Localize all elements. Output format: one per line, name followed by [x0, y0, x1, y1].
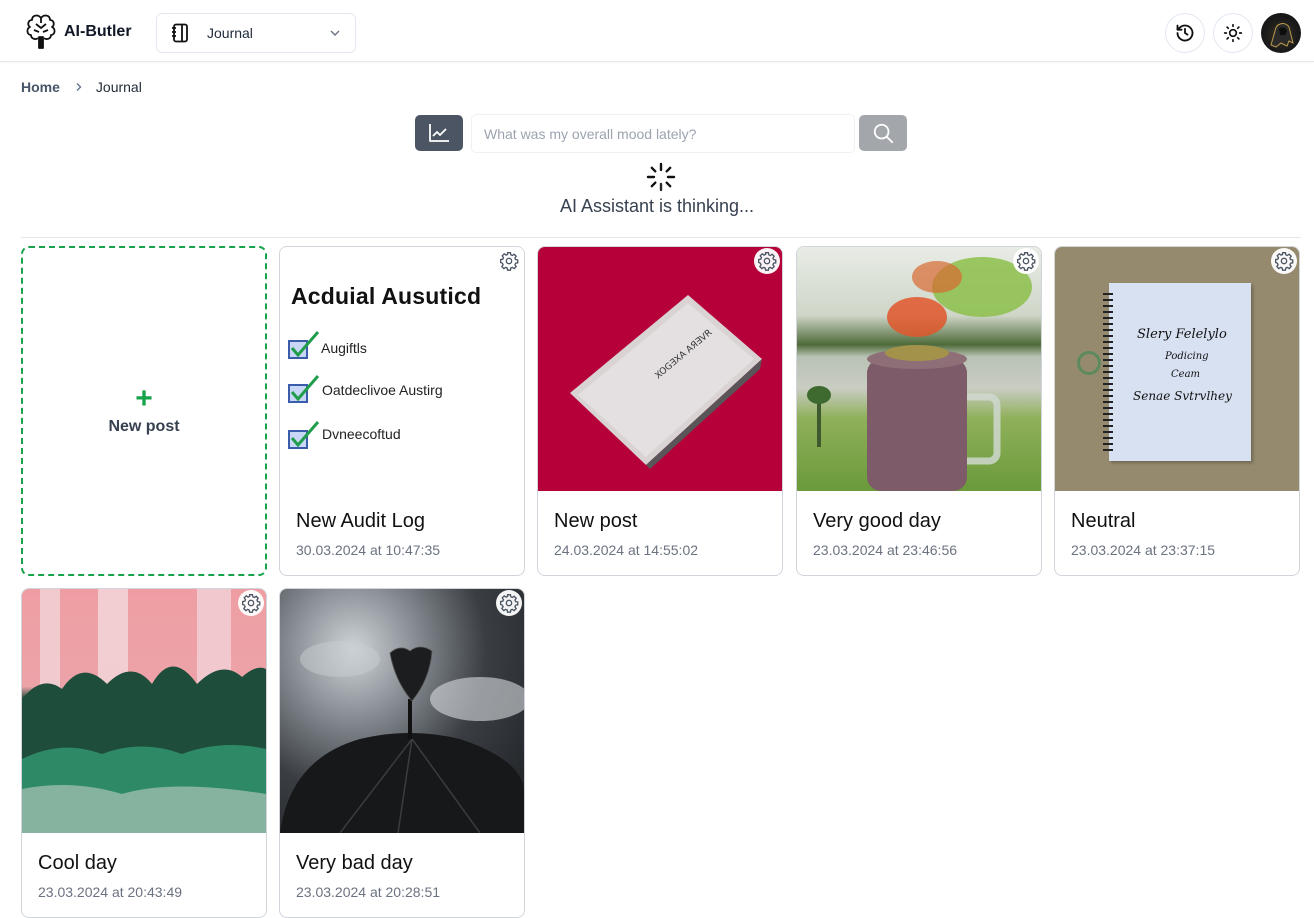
gear-icon: [241, 593, 261, 613]
search-icon: [872, 122, 894, 144]
post-thumbnail-smoothie: [797, 247, 1041, 491]
post-date: 24.03.2024 at 14:55:02: [554, 542, 699, 558]
ai-thinking-status: AI Assistant is thinking...: [559, 196, 755, 216]
post-thumbnail-umbrella: [280, 589, 524, 833]
audit-check-row: Augiftls: [288, 331, 367, 361]
notebook-page: Slery Felelylo Podicing Ceam Senae Svtrv…: [1103, 283, 1251, 461]
post-title: Neutral: [1071, 510, 1136, 532]
post-card[interactable]: Cool day 23.03.2024 at 20:43:49: [21, 588, 267, 918]
audit-item: Augiftls: [321, 340, 367, 356]
audit-item: Dvneecoftud: [322, 426, 401, 442]
breadcrumb-current: Journal: [95, 79, 142, 95]
gear-icon: [757, 251, 777, 271]
post-title: Cool day: [38, 852, 117, 874]
post-settings-button[interactable]: [238, 590, 264, 616]
post-date: 23.03.2024 at 20:43:49: [38, 884, 183, 900]
post-date: 30.03.2024 at 10:47:35: [296, 542, 441, 558]
post-settings-button[interactable]: [496, 248, 522, 274]
post-title: New post: [554, 510, 638, 532]
chevron-down-icon: [329, 27, 341, 39]
notebook-line: Podicing: [1165, 351, 1209, 362]
breadcrumb-home[interactable]: Home: [21, 79, 60, 95]
app-logo[interactable]: AI-Butler: [26, 13, 132, 51]
post-settings-button[interactable]: [496, 590, 522, 616]
plus-icon: +: [135, 382, 153, 415]
ask-ai-input[interactable]: [471, 114, 855, 153]
theme-toggle-button[interactable]: [1213, 13, 1253, 53]
post-thumbnail-laptop: XOG∃XA AЯ∃VR: [538, 247, 782, 491]
paper-clip-ring: [1077, 351, 1101, 375]
post-settings-button[interactable]: [754, 248, 780, 274]
chevron-right-icon: [74, 82, 84, 92]
notebook-line: Slery Felelylo: [1137, 327, 1227, 342]
section-divider: [21, 237, 1301, 238]
post-title: Very good day: [813, 510, 941, 532]
gear-icon: [499, 593, 519, 613]
journal-select-value: Journal: [207, 25, 253, 41]
line-chart-icon: [428, 123, 450, 143]
post-date: 23.03.2024 at 23:37:15: [1071, 542, 1216, 558]
audit-item: Oatdeclivoe Austirg: [322, 382, 443, 398]
user-avatar[interactable]: [1261, 13, 1301, 53]
notebook-spiral: [1103, 293, 1113, 453]
audit-check-row: Oatdeclivoe Austirg: [288, 375, 443, 405]
post-thumbnail-pink-wall-leaves: [22, 589, 266, 833]
journal-select[interactable]: Journal: [156, 13, 356, 53]
new-post-card[interactable]: + New post: [21, 246, 267, 576]
sun-icon: [1223, 23, 1243, 43]
post-card[interactable]: Acduial Ausuticd Augiftls Oatdeclivoe Au…: [279, 246, 525, 576]
notebook-line: Ceam: [1171, 369, 1201, 380]
search-button[interactable]: [859, 115, 907, 151]
top-header: AI-Butler Journal: [0, 0, 1314, 62]
gear-icon: [1016, 251, 1036, 271]
post-thumbnail-audit-checklist: Acduial Ausuticd Augiftls Oatdeclivoe Au…: [280, 247, 524, 491]
post-date: 23.03.2024 at 20:28:51: [296, 884, 441, 900]
post-card[interactable]: Slery Felelylo Podicing Ceam Senae Svtrv…: [1054, 246, 1300, 576]
post-title: Very bad day: [296, 852, 413, 874]
gear-icon: [499, 251, 519, 271]
post-card[interactable]: Very bad day 23.03.2024 at 20:28:51: [279, 588, 525, 918]
loading-spinner-icon: [645, 161, 677, 193]
audit-image-heading: Acduial Ausuticd: [291, 283, 482, 309]
audit-check-row: Dvneecoftud: [288, 421, 401, 451]
post-settings-button[interactable]: [1271, 248, 1297, 274]
brain-icon: [26, 13, 56, 51]
new-post-label: New post: [108, 418, 180, 435]
post-title: New Audit Log: [296, 510, 425, 532]
post-thumbnail-notebook: Slery Felelylo Podicing Ceam Senae Svtrv…: [1055, 247, 1299, 491]
gear-icon: [1274, 251, 1294, 271]
notebook-icon: [171, 23, 189, 43]
notebook-line: Senae Svtrvlhey: [1133, 389, 1232, 403]
post-settings-button[interactable]: [1013, 248, 1039, 274]
history-icon: [1175, 23, 1195, 43]
mood-chart-button[interactable]: [415, 115, 463, 151]
breadcrumb: Home Journal: [21, 79, 142, 95]
post-date: 23.03.2024 at 23:46:56: [813, 542, 958, 558]
history-button[interactable]: [1165, 13, 1205, 53]
app-name: AI-Butler: [64, 23, 132, 40]
post-card[interactable]: Very good day 23.03.2024 at 23:46:56: [796, 246, 1042, 576]
post-card[interactable]: XOG∃XA AЯ∃VR New post 24.03.2024 at 14:5…: [537, 246, 783, 576]
